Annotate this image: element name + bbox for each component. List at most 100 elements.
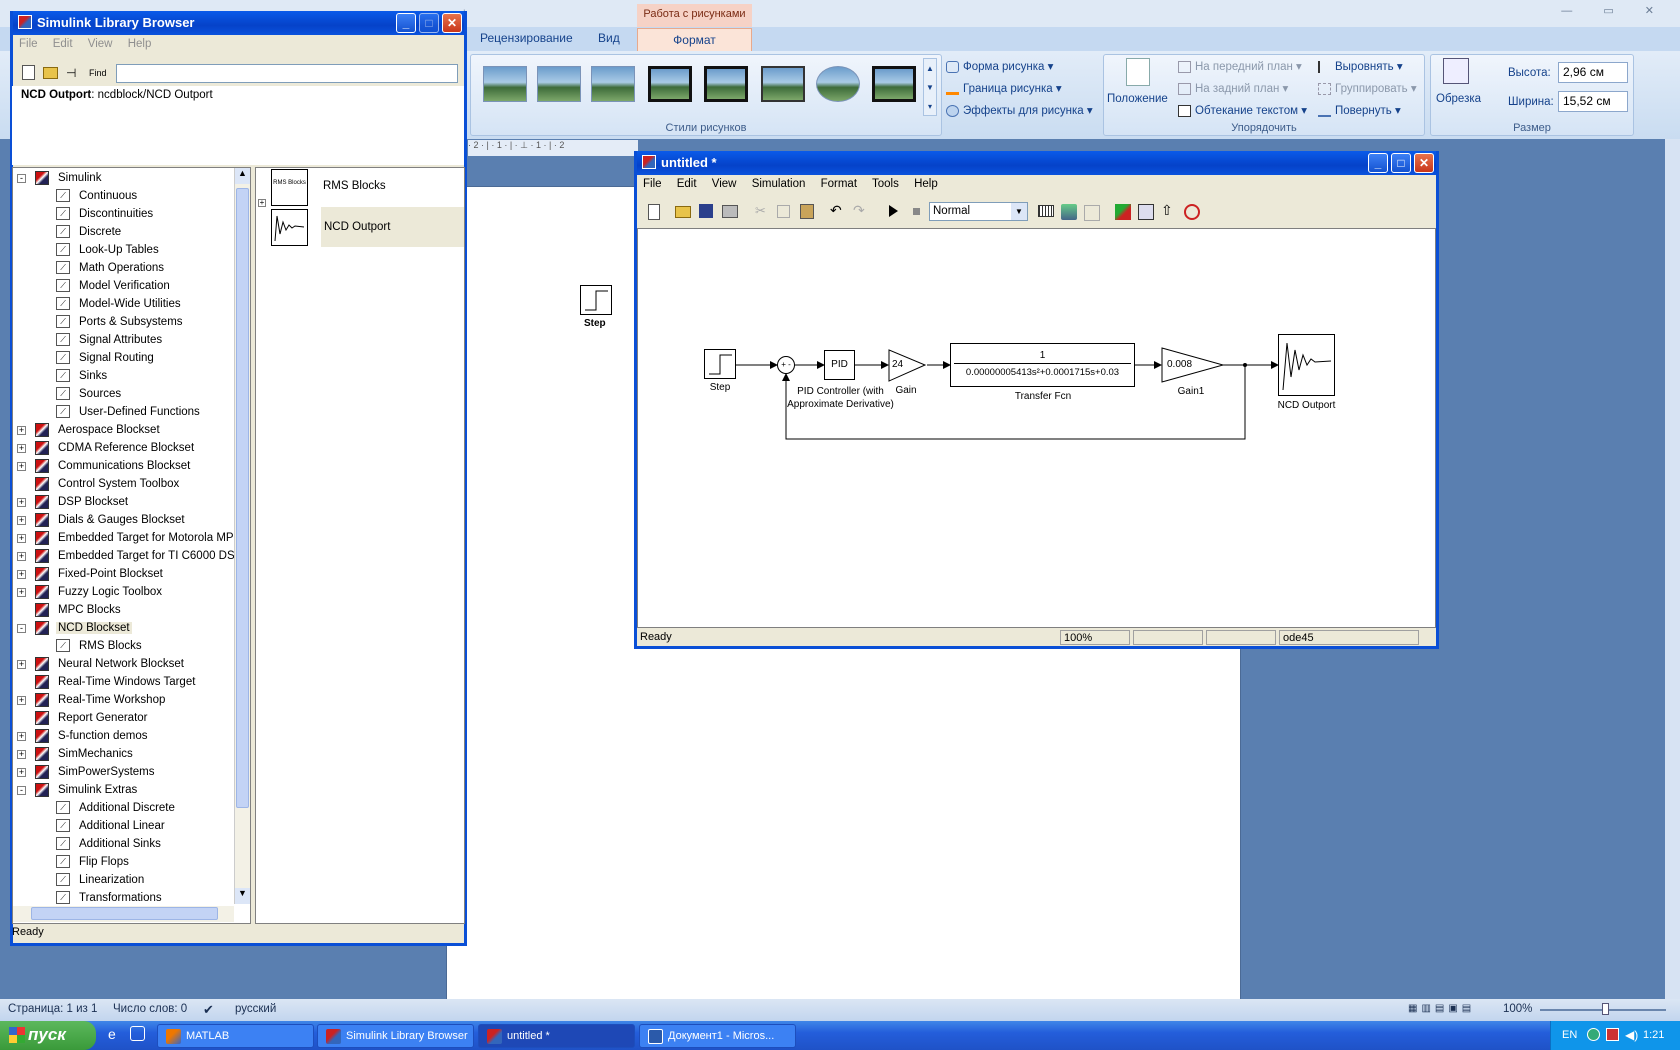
scroll-thumb[interactable] — [236, 188, 249, 808]
taskbar-word[interactable]: Документ1 - Micros... — [639, 1024, 796, 1048]
pid-block[interactable]: PID — [824, 350, 855, 380]
expand-icon[interactable]: + — [17, 570, 26, 579]
rotate-button[interactable]: Повернуть ▾ — [1318, 103, 1401, 117]
menu-tools[interactable]: Tools — [872, 178, 899, 190]
volume-icon[interactable]: ◀) — [1625, 1028, 1638, 1042]
word-window-controls[interactable]: — ▭ ✕ — [1561, 4, 1668, 17]
menu-view[interactable]: View — [712, 178, 737, 190]
library-browser-titlebar[interactable]: Simulink Library Browser _ □ ✕ — [13, 11, 464, 35]
picture-shape-button[interactable]: Форма рисунка ▾ — [946, 59, 1053, 73]
tree-item[interactable]: ⟋ Sources — [13, 386, 235, 403]
stop-recording-icon[interactable] — [1184, 204, 1200, 220]
open-icon[interactable] — [675, 206, 691, 218]
ncd-outport-icon[interactable] — [271, 209, 308, 246]
expand-icon[interactable]: + — [17, 426, 26, 435]
tree-item[interactable]: Report Generator — [13, 710, 235, 727]
tree-item[interactable]: - Simulink — [13, 170, 235, 187]
expand-icon[interactable]: + — [17, 462, 26, 471]
tray-icon[interactable] — [1606, 1028, 1619, 1041]
page-count[interactable]: Страница: 1 из 1 — [8, 1003, 97, 1015]
expand-icon[interactable]: + — [17, 696, 26, 705]
desktop-icon[interactable] — [130, 1026, 145, 1041]
tree-item[interactable]: + Embedded Target for TI C6000 DSP — [13, 548, 242, 565]
tree-item[interactable]: + DSP Blockset — [13, 494, 235, 511]
start-simulation-icon[interactable] — [889, 205, 898, 217]
copy-icon[interactable] — [777, 205, 790, 218]
position-button[interactable]: Положение — [1107, 93, 1168, 105]
tree-item[interactable]: ⟋ Additional Linear — [13, 818, 235, 835]
step-block[interactable] — [704, 349, 736, 379]
tab-review[interactable]: Рецензирование — [480, 31, 573, 45]
tree-item[interactable]: ⟋ Model Verification — [13, 278, 235, 295]
menu-edit[interactable]: Edit — [53, 38, 73, 50]
tree-item[interactable]: ⟋ Continuous — [13, 188, 235, 205]
tree-item[interactable]: + CDMA Reference Blockset — [13, 440, 235, 457]
ie-icon[interactable]: e — [108, 1026, 116, 1042]
tree-item[interactable]: ⟋ Additional Sinks — [13, 836, 235, 853]
tree-item[interactable]: + SimMechanics — [13, 746, 235, 763]
tree-item[interactable]: ⟋ Discrete — [13, 224, 235, 241]
zoom-slider-thumb[interactable] — [1602, 1003, 1609, 1015]
taskbar-untitled[interactable]: untitled * — [478, 1024, 635, 1048]
model-canvas[interactable]: Step + - PID PID Controller (with Approx… — [637, 228, 1436, 628]
transfer-fcn-block[interactable]: 1 0.00000005413s²+0.0001715s+0.03 — [950, 343, 1135, 387]
word-count[interactable]: Число слов: 0 — [113, 1003, 187, 1015]
tree-item[interactable]: ⟋ Math Operations — [13, 260, 235, 277]
debugger-icon[interactable] — [1138, 204, 1154, 220]
tree-item[interactable]: + Real-Time Workshop — [13, 692, 235, 709]
style-thumb[interactable] — [761, 66, 805, 102]
expand-icon[interactable]: + — [17, 660, 26, 669]
list-item-ncd-outport[interactable]: NCD Outport — [324, 221, 390, 233]
tree-item[interactable]: - NCD Blockset — [13, 620, 235, 637]
style-thumb[interactable] — [483, 66, 527, 102]
tree-item[interactable]: ⟋ Transformations — [13, 890, 235, 907]
menu-file[interactable]: File — [643, 178, 662, 190]
collapse-icon[interactable]: - — [17, 624, 26, 633]
paste-icon[interactable] — [800, 204, 814, 219]
spellcheck-icon[interactable]: ✔ — [203, 1002, 214, 1018]
menu-format[interactable]: Format — [821, 178, 857, 190]
style-thumb[interactable] — [648, 66, 692, 102]
model-titlebar[interactable]: untitled * _ □ ✕ — [637, 151, 1436, 175]
tree-item[interactable]: + Aerospace Blockset — [13, 422, 235, 439]
expand-icon[interactable]: + — [17, 750, 26, 759]
tree-item[interactable]: ⟋ Model-Wide Utilities — [13, 296, 235, 313]
expand-icon[interactable]: + — [17, 498, 26, 507]
new-icon[interactable] — [648, 204, 660, 220]
menu-help[interactable]: Help — [128, 38, 152, 50]
minimize-button[interactable]: _ — [1368, 153, 1388, 173]
tree-item[interactable]: Real-Time Windows Target — [13, 674, 235, 691]
tree-item[interactable]: ⟋ Signal Attributes — [13, 332, 235, 349]
tree-horizontal-scrollbar[interactable] — [13, 906, 234, 922]
close-button[interactable]: ✕ — [1414, 153, 1434, 173]
tree-item[interactable]: ⟋ Look-Up Tables — [13, 242, 235, 259]
picture-border-button[interactable]: Граница рисунка ▾ — [946, 81, 1062, 95]
menu-edit[interactable]: Edit — [677, 178, 697, 190]
tree-item[interactable]: + Neural Network Blockset — [13, 656, 235, 673]
tree-item[interactable]: + Fuzzy Logic Toolbox — [13, 584, 235, 601]
list-item-rms-blocks[interactable]: RMS Blocks — [323, 180, 386, 192]
menu-file[interactable]: File — [19, 38, 38, 50]
maximize-button[interactable]: □ — [1391, 153, 1411, 173]
stop-simulation-icon[interactable] — [913, 208, 920, 215]
debug-icon[interactable] — [1084, 205, 1100, 221]
menu-help[interactable]: Help — [914, 178, 938, 190]
text-wrapping-button[interactable]: Обтекание текстом ▾ — [1178, 103, 1307, 117]
gallery-scroll[interactable]: ▲ ▼ ▾ — [923, 58, 937, 116]
tree-item[interactable]: ⟋ Signal Routing — [13, 350, 235, 367]
group-button[interactable]: Группировать ▾ — [1318, 81, 1417, 95]
menu-view[interactable]: View — [88, 38, 113, 50]
expand-icon[interactable]: + — [17, 534, 26, 543]
close-button[interactable]: ✕ — [442, 13, 462, 33]
find-button[interactable]: Find — [89, 68, 107, 78]
ncd-outport-block[interactable] — [1278, 334, 1335, 396]
model-browser-icon[interactable] — [1115, 204, 1131, 220]
hscroll-thumb[interactable] — [31, 907, 218, 920]
tree-item[interactable]: Control System Toolbox — [13, 476, 235, 493]
style-thumb[interactable] — [704, 66, 748, 102]
redo-icon[interactable]: ↷ — [853, 202, 865, 219]
tree-item[interactable]: ⟋ User-Defined Functions — [13, 404, 235, 421]
width-input[interactable]: 15,52 см — [1558, 91, 1628, 112]
tree-item[interactable]: + Fixed-Point Blockset — [13, 566, 235, 583]
expand-icon[interactable]: + — [17, 552, 26, 561]
